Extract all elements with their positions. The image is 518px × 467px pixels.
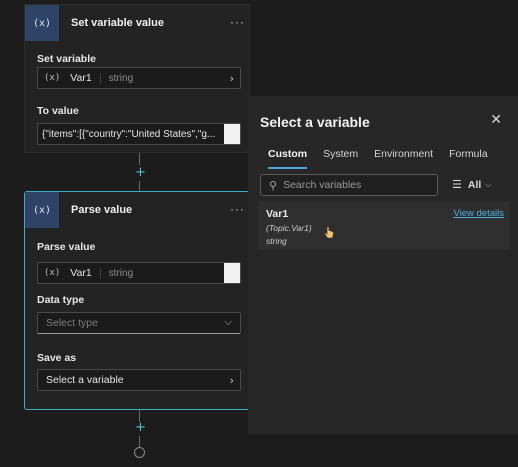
node-title: Parse value (71, 204, 133, 216)
variable-icon: (x) (25, 192, 59, 228)
select-variable-panel: Select a variable ✕ Custom System Enviro… (248, 96, 518, 434)
filter-dropdown[interactable]: ☰ All ⌵ (452, 178, 491, 191)
filter-icon: ☰ (452, 178, 462, 191)
variable-item-type: string (266, 236, 287, 246)
flow-end-node (134, 447, 145, 458)
chevron-down-icon: ⌵ (485, 179, 492, 189)
parse-value-field[interactable]: (x) Var1 string (37, 262, 241, 284)
hand-cursor-icon (324, 226, 334, 239)
save-as-field[interactable]: Select a variable › (37, 369, 241, 391)
variable-icon: (x) (44, 268, 61, 278)
set-variable-node[interactable]: (x) Set variable value ··· Set variable … (24, 4, 250, 153)
variable-item-name: Var1 (266, 208, 289, 220)
expand-editor-button[interactable] (224, 124, 240, 144)
node-title: Set variable value (71, 17, 164, 29)
panel-title: Select a variable (260, 114, 370, 130)
variable-name: Var1 (70, 267, 92, 279)
parse-value-label: Parse value (37, 241, 96, 253)
tab-formula[interactable]: Formula (449, 148, 488, 169)
save-as-label: Save as (37, 352, 77, 364)
set-variable-node-header: (x) Set variable value ··· (25, 5, 249, 41)
parse-value-node[interactable]: (x) Parse value ··· Parse value (x) Var1… (24, 191, 250, 410)
variable-icon: (x) (25, 5, 59, 41)
variable-icon: (x) (44, 73, 61, 83)
parse-value-node-header: (x) Parse value ··· (25, 192, 249, 228)
save-as-value: Select a variable (46, 374, 124, 386)
filter-label: All (467, 178, 482, 191)
connector-line-end (139, 436, 140, 447)
tab-system[interactable]: System (323, 148, 358, 169)
variable-name: Var1 (70, 72, 92, 84)
tab-environment[interactable]: Environment (374, 148, 433, 169)
close-icon[interactable]: ✕ (490, 112, 502, 128)
connector-line-top (139, 153, 140, 165)
set-variable-field[interactable]: (x) Var1 string › (37, 67, 241, 89)
data-type-dropdown[interactable]: Select type ⌵ (37, 312, 241, 334)
more-icon[interactable]: ··· (230, 202, 245, 216)
connector-line-mid (139, 181, 140, 191)
chevron-right-icon: › (229, 72, 234, 85)
search-box[interactable]: ⚲ (260, 174, 438, 196)
view-details-link[interactable]: View details (453, 208, 504, 219)
chevron-right-icon: › (229, 374, 234, 387)
add-node-button-top[interactable]: + (135, 166, 146, 179)
to-value-field[interactable]: {"items":[{"country":"United States","g.… (37, 123, 241, 145)
set-variable-label: Set variable (37, 53, 96, 65)
search-input[interactable] (283, 179, 424, 191)
list-item[interactable]: Var1 (Topic.Var1) string View details (258, 202, 510, 250)
variable-type: string (99, 267, 133, 279)
tab-custom[interactable]: Custom (268, 148, 308, 169)
expand-editor-button[interactable] (224, 263, 240, 283)
to-value-text: {"items":[{"country":"United States","g.… (42, 128, 216, 140)
data-type-label: Data type (37, 294, 85, 306)
variable-type: string (99, 72, 133, 84)
search-icon: ⚲ (269, 178, 278, 192)
add-node-button-bottom[interactable]: + (135, 421, 146, 434)
variable-item-path: (Topic.Var1) (266, 223, 312, 233)
data-type-placeholder: Select type (46, 317, 98, 329)
more-icon[interactable]: ··· (230, 15, 245, 29)
chevron-down-icon: ⌵ (224, 317, 232, 328)
variable-tabs: Custom System Environment Formula (268, 148, 504, 169)
to-value-label: To value (37, 105, 79, 117)
